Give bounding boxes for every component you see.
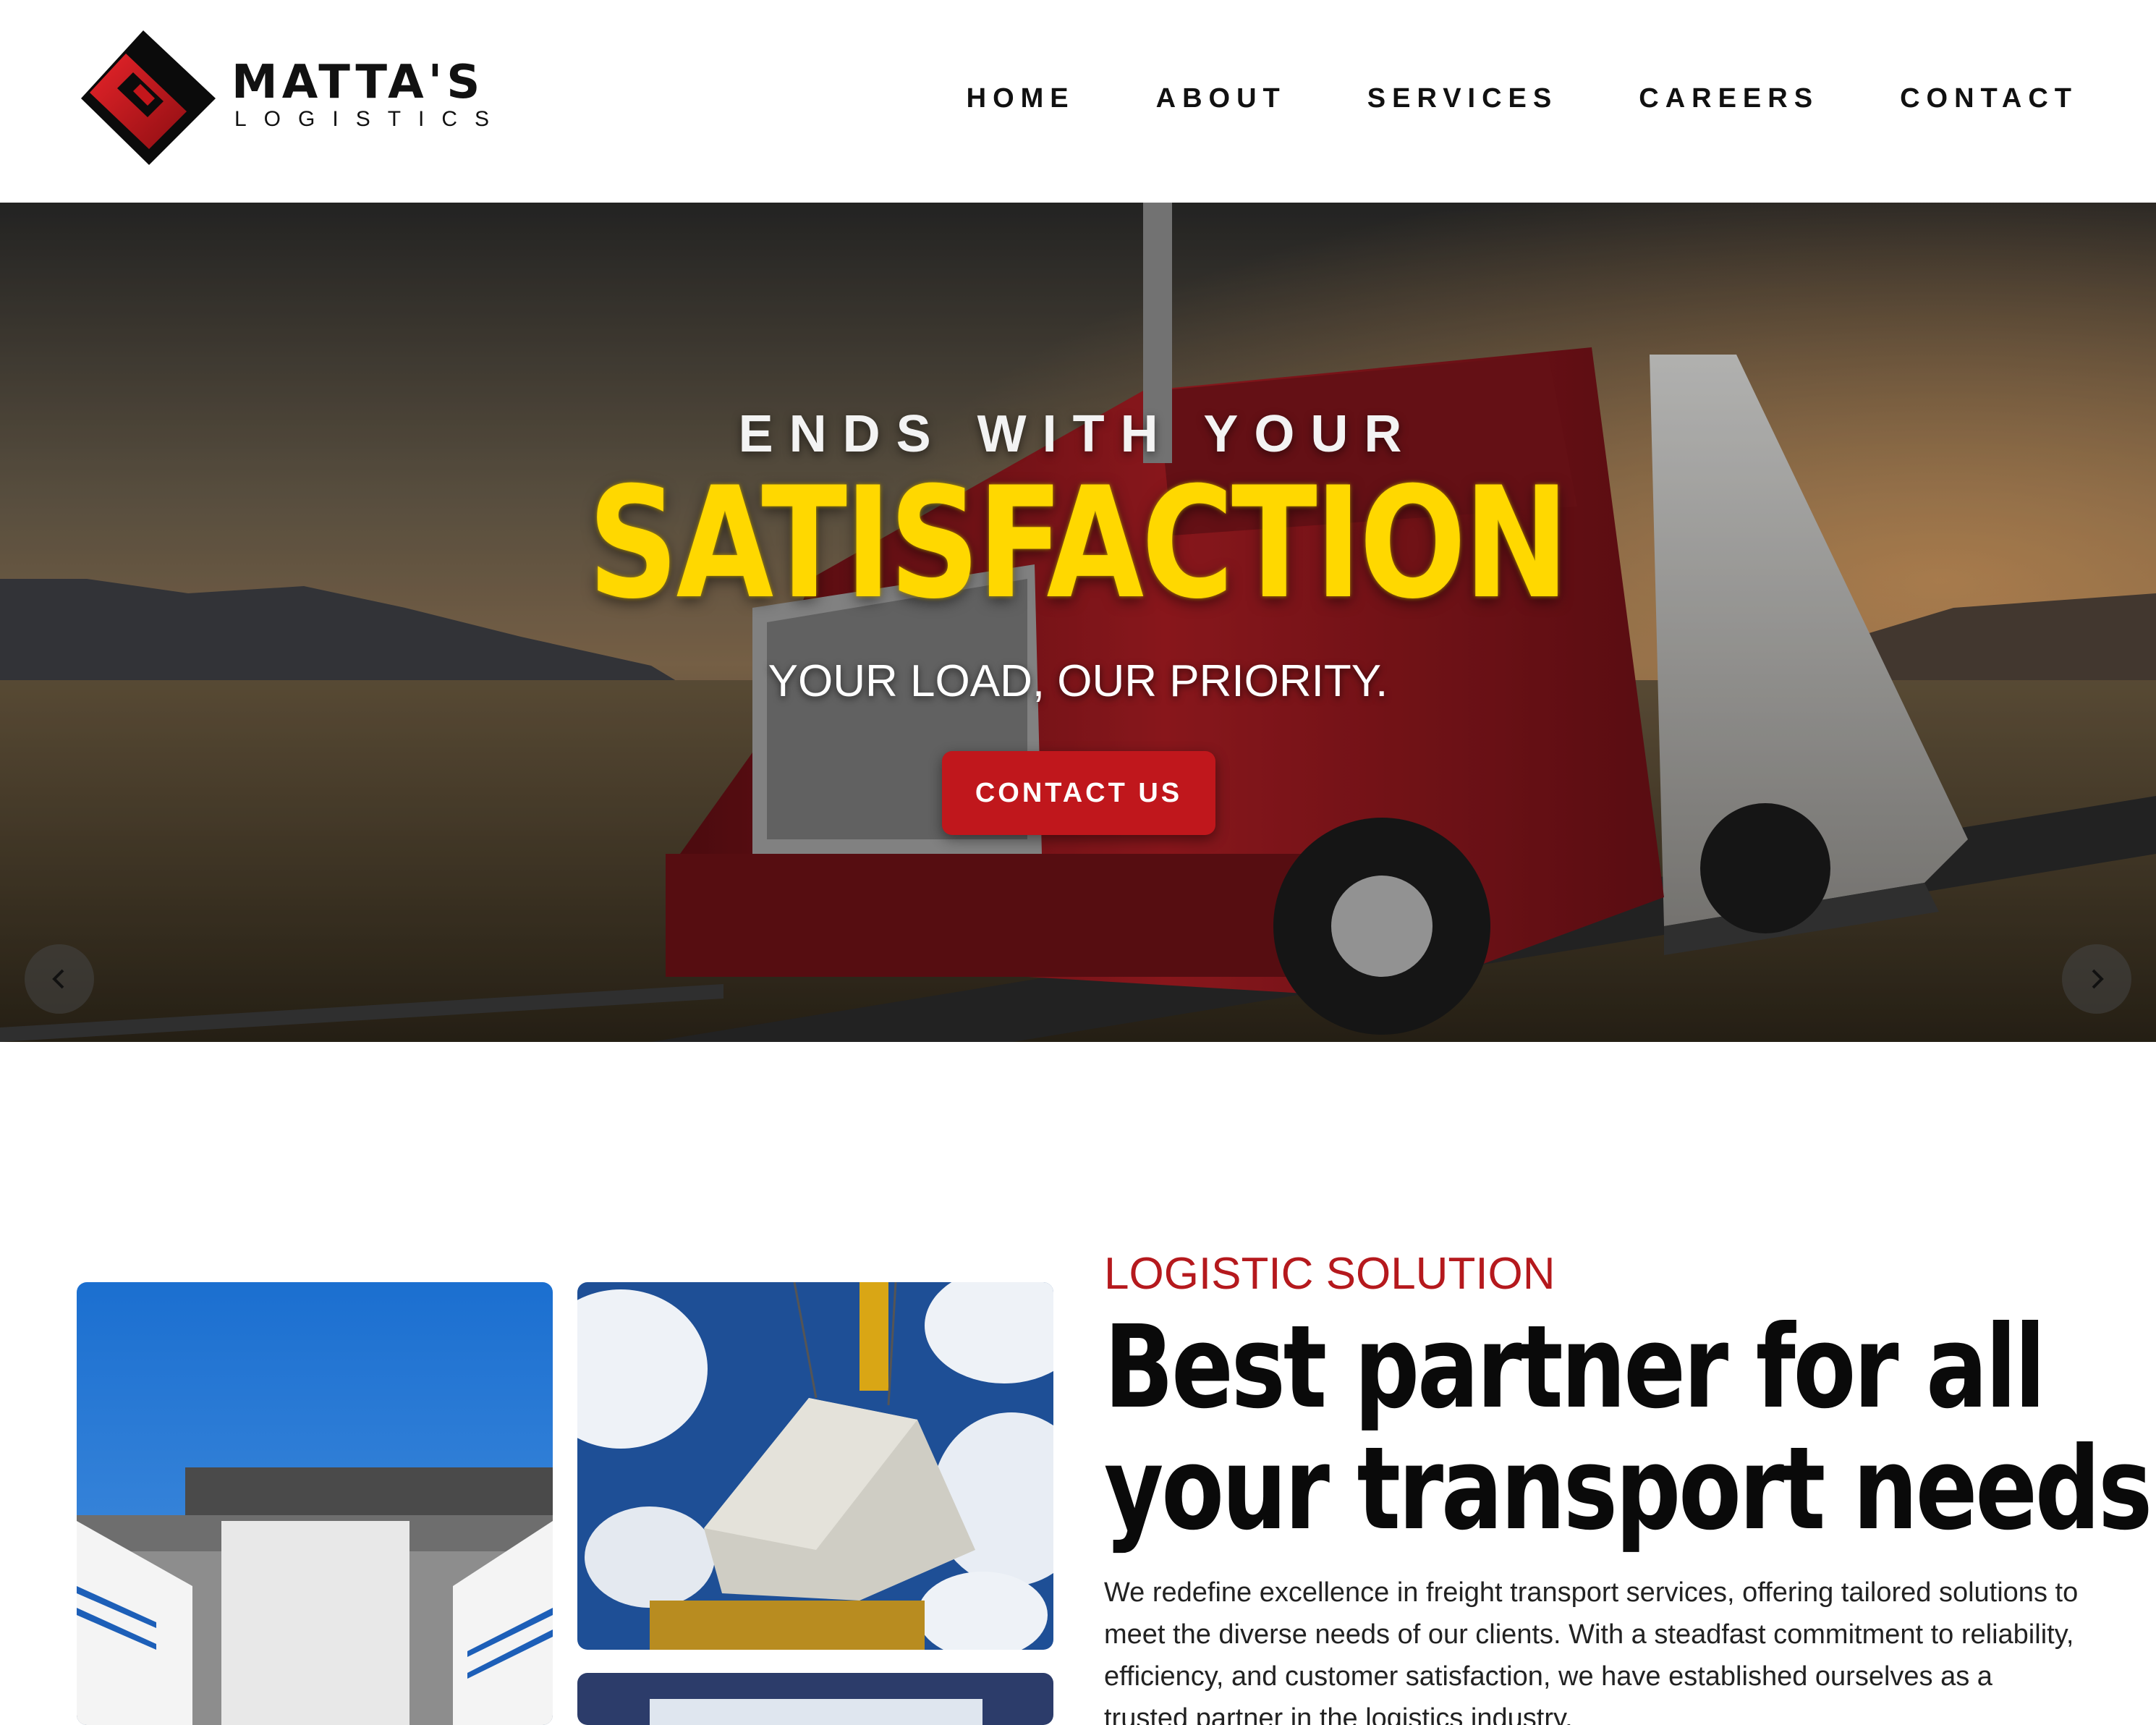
main-nav: HOME ABOUT SERVICES CAREERS CONTACT bbox=[967, 81, 2078, 116]
logo-wordmark: MATTA'S bbox=[232, 56, 485, 109]
hero-headline: SATISFACTION bbox=[587, 454, 1569, 632]
truck-night-photo bbox=[577, 1673, 1053, 1725]
slider-next-button[interactable] bbox=[2062, 944, 2131, 1014]
chevron-left-icon bbox=[52, 969, 64, 989]
headline-line-2: your transport needs bbox=[1104, 1423, 2152, 1556]
nav-contact[interactable]: CONTACT bbox=[1900, 81, 2078, 116]
site-header: MATTA'S LOGISTICS HOME ABOUT SERVICES CA… bbox=[0, 0, 2156, 203]
slider-prev-button[interactable] bbox=[25, 944, 94, 1014]
warehouse-trucks-photo bbox=[77, 1282, 553, 1725]
chevron-right-icon bbox=[2092, 969, 2104, 989]
logo-subtitle: LOGISTICS bbox=[234, 107, 507, 131]
company-logo[interactable]: MATTA'S LOGISTICS bbox=[78, 26, 489, 168]
nav-about[interactable]: ABOUT bbox=[1156, 81, 1286, 116]
hero-slider: ENDS WITH YOUR SATISFACTION YOUR LOAD, O… bbox=[0, 203, 2156, 1042]
crane-container-photo bbox=[577, 1282, 1053, 1650]
contact-us-button[interactable]: CONTACT US bbox=[942, 751, 1215, 835]
logo-mark-icon bbox=[81, 30, 216, 165]
nav-careers[interactable]: CAREERS bbox=[1639, 81, 1819, 116]
section-headline: Best partner for all your transport need… bbox=[1104, 1301, 2152, 1556]
nav-services[interactable]: SERVICES bbox=[1367, 81, 1558, 116]
section-eyebrow: LOGISTIC SOLUTION bbox=[1104, 1249, 1556, 1299]
headline-line-1: Best partner for all bbox=[1104, 1301, 2046, 1434]
hero-tagline: YOUR LOAD, OUR PRIORITY. bbox=[768, 656, 1388, 706]
nav-home[interactable]: HOME bbox=[967, 81, 1075, 116]
section-body: We redefine excellence in freight transp… bbox=[1104, 1577, 2079, 1725]
